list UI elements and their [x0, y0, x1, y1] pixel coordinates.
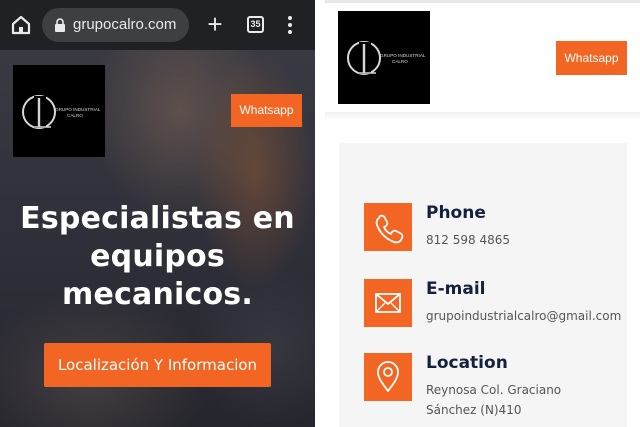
headline-line-3: mecanicos.	[62, 277, 253, 312]
contact-item-title: Location	[426, 353, 508, 373]
menu-icon[interactable]	[285, 15, 295, 35]
logo-text-line2: CALRO	[67, 113, 83, 118]
contact-item-location: Location Reynosa Col. Graciano Sánchez (…	[364, 353, 640, 423]
contact-item-phone: Phone 812 598 4865	[364, 203, 640, 273]
envelope-icon	[364, 279, 412, 327]
contact-value-line2: Sánchez (N)410	[426, 403, 522, 417]
logo-mark: GRUPO INDUSTRIAL CALRO	[22, 95, 101, 129]
tab-switcher-icon[interactable]: 35	[247, 16, 264, 33]
contact-value-line1[interactable]: 812 598 4865	[426, 230, 510, 250]
home-icon[interactable]	[10, 14, 32, 36]
company-logo[interactable]: GRUPO INDUSTRIAL CALRO	[13, 65, 105, 157]
new-tab-icon[interactable]: +	[205, 11, 225, 37]
headline-line-2: equipos	[90, 239, 225, 274]
browser-toolbar: grupocalro.com + 35	[0, 0, 315, 50]
phone-number[interactable]: 812 598 4865	[426, 230, 510, 250]
top-divider	[325, 0, 640, 3]
lock-icon	[55, 18, 65, 32]
contact-item-title: E-mail	[426, 279, 486, 299]
phone-icon	[364, 203, 412, 251]
logo-text-line2: CALRO	[392, 59, 408, 64]
logo-text-line1: GRUPO INDUSTRIAL	[55, 107, 101, 112]
hero-section: GRUPO INDUSTRIAL CALRO Whatsapp Especial…	[0, 50, 315, 427]
address-bar[interactable]: grupocalro.com	[42, 8, 189, 42]
street-address: Reynosa Col. Graciano Sánchez (N)410	[426, 380, 561, 420]
contact-item-title: Phone	[426, 203, 486, 223]
company-logo[interactable]: GRUPO INDUSTRIAL CALRO	[338, 11, 430, 104]
whatsapp-button[interactable]: Whatsapp	[231, 94, 302, 127]
header-shadow	[325, 112, 640, 120]
logo-mark: GRUPO INDUSTRIAL CALRO	[347, 41, 426, 75]
logo-text-line1: GRUPO INDUSTRIAL	[380, 53, 426, 58]
contact-page-screenshot: GRUPO INDUSTRIAL CALRO Whatsapp Phone 81…	[325, 0, 640, 427]
contact-info-card: Phone 812 598 4865 E-mail grupoindustria…	[339, 143, 627, 427]
url-text: grupocalro.com	[73, 16, 177, 33]
whatsapp-button[interactable]: Whatsapp	[556, 41, 627, 75]
hero-headline: Especialistas en equipos mecanicos.	[10, 200, 305, 314]
location-pin-icon	[364, 353, 412, 401]
email-address[interactable]: grupoindustrialcalro@gmail.com	[426, 306, 621, 326]
contact-value-line1: Reynosa Col. Graciano	[426, 383, 562, 397]
mobile-browser-screenshot: grupocalro.com + 35 GRUPO INDUSTRIAL CAL…	[0, 0, 315, 427]
contact-value-line1[interactable]: grupoindustrialcalro@gmail.com	[426, 306, 621, 326]
contact-item-email: E-mail grupoindustrialcalro@gmail.com	[364, 279, 640, 349]
tab-count: 35	[250, 19, 261, 29]
location-info-button[interactable]: Localización Y Informacion	[44, 343, 271, 387]
headline-line-1: Especialistas en	[20, 201, 295, 236]
